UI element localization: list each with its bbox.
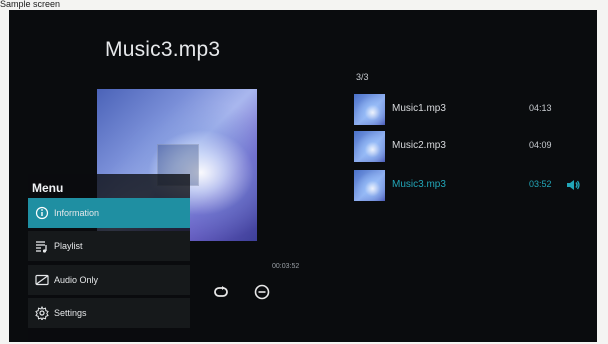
track-duration: 04:13 bbox=[529, 103, 552, 113]
track-duration: 04:09 bbox=[529, 140, 552, 150]
now-playing-title: Music3.mp3 bbox=[105, 38, 221, 61]
audio-only-icon bbox=[35, 273, 49, 287]
repeat-button[interactable] bbox=[211, 282, 231, 302]
menu-item-audio-only[interactable]: Audio Only bbox=[28, 265, 190, 295]
track-name: Music3.mp3 bbox=[392, 179, 446, 190]
track-duration: 03:52 bbox=[529, 179, 552, 189]
playlist-track-music1[interactable]: Music1.mp3 04:13 bbox=[354, 94, 584, 126]
playlist-counter: 3/3 bbox=[356, 72, 369, 82]
repeat-icon bbox=[214, 286, 228, 297]
menu-item-playlist[interactable]: Playlist bbox=[28, 231, 190, 261]
minus-circle-icon bbox=[254, 284, 270, 300]
track-name: Music2.mp3 bbox=[392, 140, 446, 151]
options-menu: Menu Information Playlist Audio Only Set… bbox=[28, 174, 190, 342]
media-player-screen: Music3.mp3 00:03:52 3/3 Music1.mp3 04:13… bbox=[9, 10, 597, 342]
playlist-icon bbox=[35, 239, 49, 253]
zoom-out-button[interactable] bbox=[252, 282, 272, 302]
playlist-track-music3[interactable]: Music3.mp3 03:52 bbox=[354, 170, 584, 202]
track-thumbnail bbox=[354, 131, 385, 162]
menu-item-label: Settings bbox=[54, 308, 87, 318]
menu-item-label: Playlist bbox=[54, 241, 83, 251]
playlist-track-music2[interactable]: Music2.mp3 04:09 bbox=[354, 131, 584, 163]
gear-icon bbox=[35, 305, 49, 322]
menu-item-label: Information bbox=[54, 208, 100, 218]
menu-item-information[interactable]: Information bbox=[28, 198, 190, 228]
info-icon bbox=[35, 206, 49, 220]
menu-title: Menu bbox=[32, 181, 64, 195]
track-thumbnail bbox=[354, 170, 385, 201]
track-thumbnail bbox=[354, 94, 385, 125]
screenshot-caption: Sample screen bbox=[0, 0, 61, 9]
volume-icon bbox=[565, 177, 581, 193]
menu-item-label: Audio Only bbox=[54, 275, 99, 285]
menu-item-settings[interactable]: Settings bbox=[28, 298, 190, 328]
elapsed-time: 00:03:52 bbox=[272, 263, 300, 270]
track-name: Music1.mp3 bbox=[392, 103, 446, 114]
